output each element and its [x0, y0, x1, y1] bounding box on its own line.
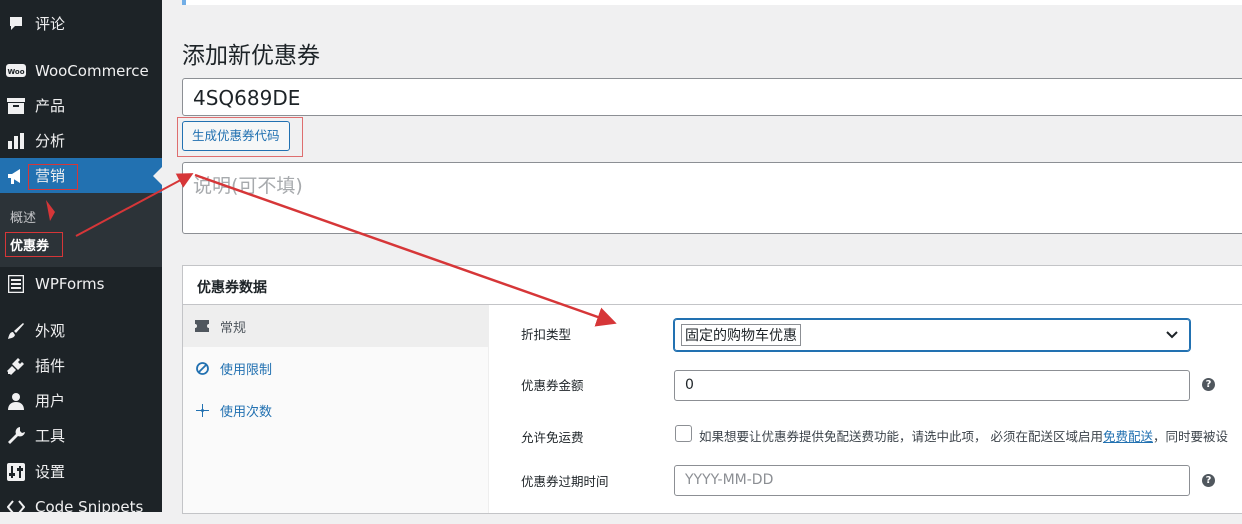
discount-type-label: 折扣类型	[521, 327, 572, 342]
tab-general[interactable]: 常规	[183, 305, 488, 347]
tab-label: 使用限制	[220, 362, 273, 378]
help-icon[interactable]: ?	[1202, 474, 1215, 487]
free-shipping-link[interactable]: 免费配送	[1103, 429, 1153, 444]
main-content: 添加新优惠券 4SQ689DE 生成优惠券代码 说明(可不填) 优惠券数据 常规…	[162, 0, 1242, 514]
menu-label: Code Snippets	[35, 497, 144, 516]
menu-item-settings[interactable]: 设置	[0, 454, 162, 489]
bar-chart-icon	[6, 131, 26, 151]
settings-sliders-icon	[6, 462, 26, 482]
tab-usage-restriction[interactable]: 使用限制	[183, 347, 488, 389]
paintbrush-icon	[6, 321, 26, 341]
forms-icon	[6, 274, 26, 294]
plugin-icon	[6, 356, 26, 376]
menu-item-plugins[interactable]: 插件	[0, 348, 162, 383]
discount-type-select[interactable]: 固定的购物车优惠	[674, 319, 1190, 351]
ticket-icon	[194, 320, 210, 332]
user-icon	[6, 391, 26, 411]
menu-label: 评论	[35, 15, 66, 33]
menu-label: 营销	[35, 167, 66, 185]
menu-item-appearance[interactable]: 外观	[0, 313, 162, 348]
submenu-item-coupons[interactable]: 优惠券	[10, 235, 49, 254]
menu-item-tools[interactable]: 工具	[0, 418, 162, 453]
menu-label: 工具	[35, 427, 66, 445]
menu-label: 产品	[35, 97, 66, 115]
marketing-submenu: 概述 优惠券	[0, 193, 162, 267]
archive-icon	[6, 96, 26, 116]
block-icon	[194, 361, 210, 375]
help-icon[interactable]: ?	[1202, 378, 1215, 391]
sparkle-icon	[194, 403, 210, 417]
svg-text:Woo: Woo	[7, 68, 24, 76]
menu-label: 分析	[35, 132, 66, 150]
desc-text: 如果想要让优惠券提供免配送费功能，请选中此项， 必须在配送区域启用	[699, 429, 1103, 444]
coupon-code-input[interactable]: 4SQ689DE	[182, 78, 1242, 116]
menu-label: WooCommerce	[35, 61, 149, 80]
top-notice-bar	[182, 0, 1242, 5]
free-shipping-description: 如果想要让优惠券提供免配送费功能，请选中此项， 必须在配送区域启用免费配送，同时…	[699, 426, 1242, 445]
panel-header: 优惠券数据	[183, 266, 1242, 305]
menu-label: 插件	[35, 357, 66, 375]
megaphone-icon	[6, 166, 26, 186]
coupon-data-panel: 优惠券数据 常规 使用限制 使用次数 折扣类型 固定的购物车优惠 优惠券金额 0…	[182, 265, 1242, 514]
tab-label: 常规	[220, 320, 247, 336]
menu-item-comments[interactable]: 评论	[0, 6, 162, 41]
chevron-down-icon	[1165, 327, 1179, 345]
menu-label: 设置	[35, 463, 66, 481]
coupon-amount-label: 优惠券金额	[521, 378, 584, 393]
wrench-icon	[6, 426, 26, 446]
woocommerce-icon: Woo	[6, 61, 26, 81]
tab-label: 使用次数	[220, 404, 273, 420]
menu-item-wpforms[interactable]: WPForms	[0, 266, 162, 301]
description-textarea[interactable]: 说明(可不填)	[182, 162, 1242, 234]
admin-sidebar: 评论 Woo WooCommerce 产品 分析 营销 概述 优惠券 WPFor…	[0, 0, 162, 516]
menu-item-marketing[interactable]: 营销	[0, 158, 162, 193]
discount-type-value: 固定的购物车优惠	[681, 324, 801, 346]
expiry-date-input[interactable]: YYYY-MM-DD	[674, 465, 1190, 496]
code-icon	[6, 497, 26, 517]
free-shipping-label: 允许免运费	[521, 430, 584, 445]
coupon-data-tabs: 常规 使用限制 使用次数	[183, 305, 489, 513]
menu-label: 用户	[35, 392, 66, 410]
menu-item-analytics[interactable]: 分析	[0, 123, 162, 158]
free-shipping-checkbox[interactable]	[675, 425, 692, 442]
menu-item-code-snippets[interactable]: Code Snippets	[0, 489, 162, 524]
coupon-amount-input[interactable]: 0	[674, 370, 1190, 401]
expiry-date-label: 优惠券过期时间	[521, 474, 609, 489]
menu-label: 外观	[35, 322, 66, 340]
page-title: 添加新优惠券	[182, 43, 320, 69]
menu-item-users[interactable]: 用户	[0, 383, 162, 418]
comment-icon	[6, 14, 26, 34]
menu-item-products[interactable]: 产品	[0, 88, 162, 123]
tab-usage-limits[interactable]: 使用次数	[183, 389, 488, 431]
submenu-item-overview[interactable]: 概述	[10, 207, 36, 226]
generate-coupon-code-button[interactable]: 生成优惠券代码	[182, 121, 290, 151]
menu-item-woocommerce[interactable]: Woo WooCommerce	[0, 53, 162, 88]
panel-title: 优惠券数据	[197, 280, 267, 296]
menu-label: WPForms	[35, 274, 105, 293]
desc-text-after: ，同时要被设	[1153, 429, 1229, 444]
